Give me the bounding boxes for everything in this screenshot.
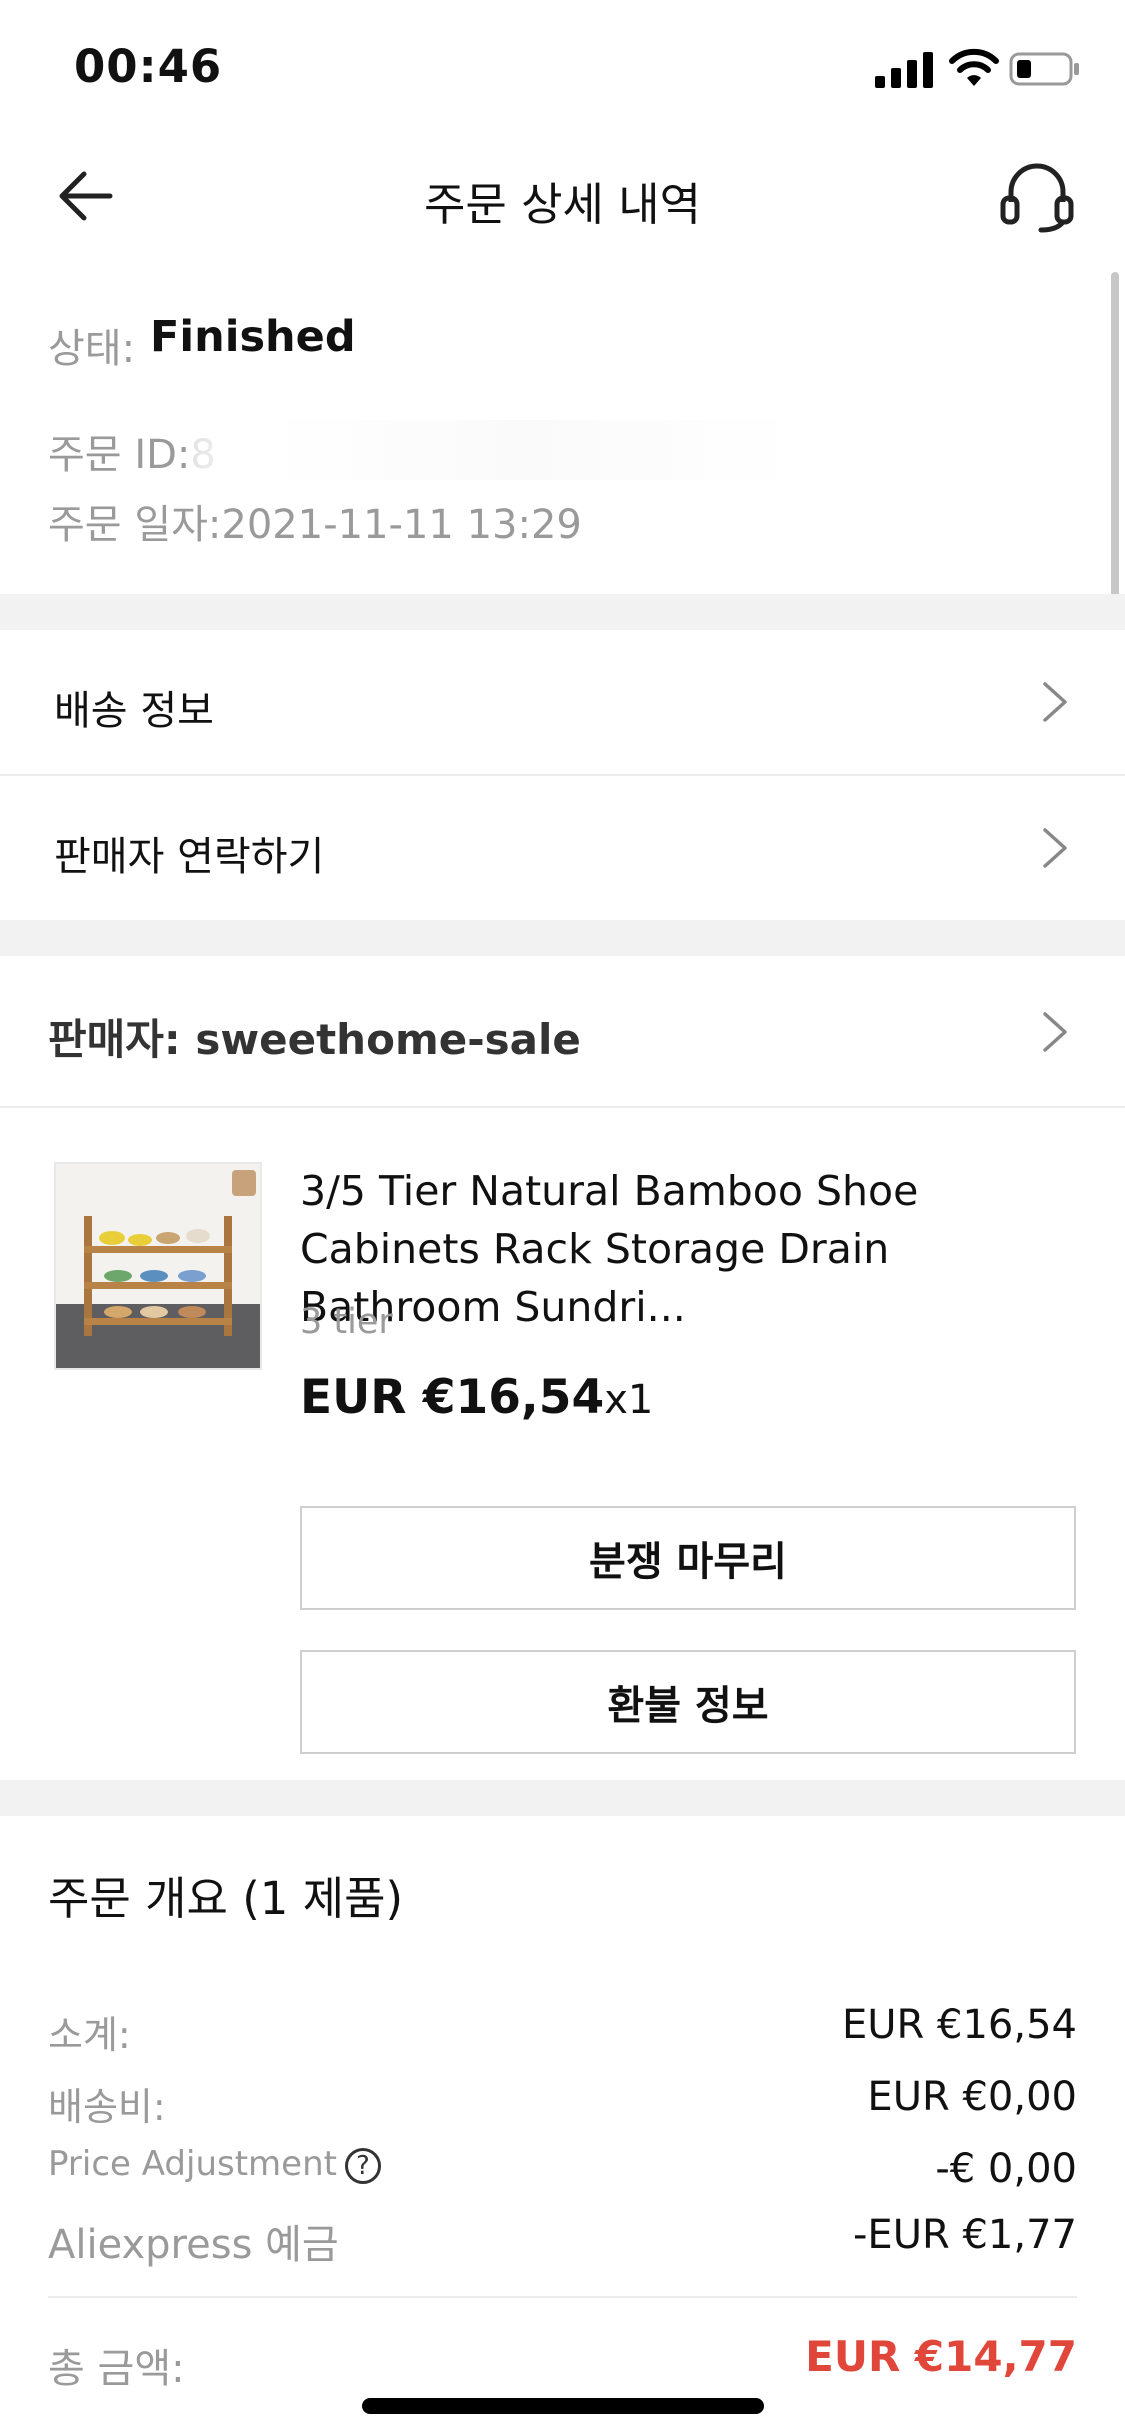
chevron-right-icon — [1043, 1012, 1067, 1052]
contact-seller-row[interactable]: 판매자 연락하기 — [0, 776, 1125, 920]
order-summary-title: 주문 개요 (1 제품) — [48, 1872, 404, 1925]
status-label: 상태: — [48, 326, 136, 372]
section-gap — [0, 1780, 1125, 1816]
battery-icon — [1009, 52, 1079, 86]
divider — [0, 1106, 1125, 1108]
headset-icon[interactable] — [997, 158, 1077, 234]
seller-name[interactable]: 판매자: sweethome-sale — [48, 1006, 581, 1067]
aliexpress-credit-label: Aliexpress 예금 — [48, 2222, 339, 2268]
order-id-redaction — [186, 420, 866, 480]
shoe-rack-image — [56, 1164, 260, 1368]
close-dispute-button[interactable]: 분쟁 마무리 — [300, 1506, 1076, 1610]
status-value: Finished — [150, 312, 356, 362]
shipping-info-row[interactable]: 배송 정보 — [0, 630, 1125, 774]
cellular-signal-icon — [875, 52, 933, 88]
shipping-info-label: 배송 정보 — [54, 688, 214, 734]
order-date: 주문 일자:2021-11-11 13:29 — [48, 502, 582, 548]
shipping-fee-label: 배송비: — [48, 2085, 166, 2129]
product-thumbnail[interactable] — [54, 1162, 262, 1370]
home-indicator[interactable] — [362, 2398, 764, 2414]
scrollbar[interactable] — [1111, 272, 1119, 602]
contact-seller-label: 판매자 연락하기 — [54, 834, 325, 880]
shipping-fee-value: EUR €0,00 — [867, 2074, 1077, 2120]
question-circle-icon[interactable]: ? — [344, 2147, 381, 2184]
page-title: 주문 상세 내역 — [423, 178, 701, 231]
product-name[interactable]: 3/5 Tier Natural Bamboo Shoe Cabinets Ra… — [300, 1162, 1090, 1336]
price-adjustment-value: -€ 0,00 — [935, 2146, 1077, 2192]
status-time: 00:46 — [74, 40, 223, 93]
divider — [48, 2296, 1077, 2298]
subtotal-label: 소계: — [48, 2013, 131, 2057]
subtotal-value: EUR €16,54 — [841, 2002, 1077, 2048]
product-variant: 3 tier — [300, 1302, 393, 1342]
refund-info-button[interactable]: 환불 정보 — [300, 1650, 1076, 1754]
price-adjustment-row: Price Adjustment? — [48, 2144, 381, 2184]
aliexpress-credit-value: -EUR €1,77 — [852, 2212, 1077, 2258]
section-gap — [0, 594, 1125, 630]
chevron-right-icon — [1043, 682, 1067, 722]
total-value: EUR €14,77 — [805, 2332, 1077, 2381]
product-quantity: x1 — [604, 1377, 654, 1423]
total-label: 총 금액: — [48, 2346, 185, 2392]
price-value: EUR €16,54 — [300, 1370, 605, 1425]
product-price: EUR €16,54x1 — [300, 1370, 653, 1425]
chevron-right-icon — [1043, 828, 1067, 868]
section-gap — [0, 920, 1125, 956]
price-adjustment-label: Price Adjustment — [48, 2144, 337, 2184]
wifi-icon — [949, 48, 999, 86]
